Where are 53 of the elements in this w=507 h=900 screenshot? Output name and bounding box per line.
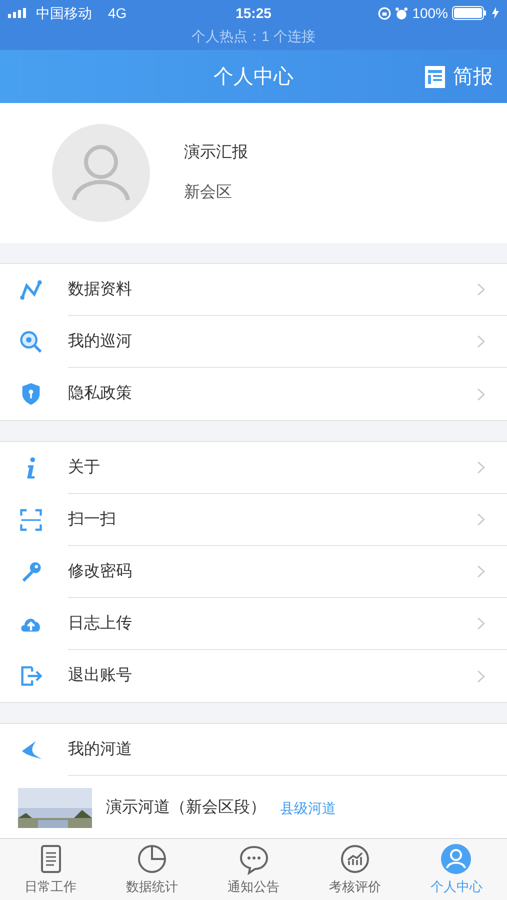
user-region: 新会区 — [184, 182, 233, 203]
user-name: 演示汇报 — [184, 142, 248, 163]
chevron-right-icon — [477, 513, 485, 526]
carrier-text: 中国移动 — [36, 4, 92, 22]
menu-item[interactable]: 数据资料 — [0, 264, 507, 316]
hotspot-text: 个人热点：1 个连接 — [192, 27, 316, 46]
tab[interactable]: 数据统计 — [101, 839, 203, 900]
chevron-right-icon — [477, 565, 485, 578]
battery-icon — [452, 6, 488, 20]
menu-item[interactable]: 日志上传 — [0, 598, 507, 650]
menu-label: 关于 — [68, 458, 101, 478]
river-name: 演示河道（新会区段） — [106, 798, 266, 818]
river-level: 县级河道 — [280, 798, 336, 818]
section-title: 我的河道 — [68, 740, 132, 760]
menu-label: 隐私政策 — [68, 384, 133, 404]
chevron-right-icon — [477, 283, 485, 296]
page-title: 个人中心 — [214, 64, 294, 90]
alarm-icon — [395, 6, 408, 20]
chevron-right-icon — [477, 670, 485, 682]
pie-chart-icon — [136, 842, 168, 875]
charging-icon — [492, 7, 500, 19]
chevron-right-icon — [477, 461, 485, 474]
menu-item[interactable]: 关于 — [0, 442, 507, 494]
scan-icon — [18, 507, 44, 533]
rotation-lock-icon — [378, 6, 392, 20]
menu-label: 日志上传 — [68, 614, 133, 634]
newspaper-icon — [425, 66, 445, 88]
tab[interactable]: 通知公告 — [202, 839, 304, 900]
chevron-right-icon — [477, 388, 485, 400]
menu-item[interactable]: 退出账号 — [0, 650, 507, 702]
menu-item[interactable]: 我的巡河 — [0, 316, 507, 368]
avatar-icon — [52, 124, 150, 222]
menu-item[interactable]: 隐私政策 — [0, 368, 507, 420]
tab[interactable]: 日常工作 — [0, 839, 102, 900]
menu-item[interactable]: 扫一扫 — [0, 494, 507, 546]
menu-label: 我的巡河 — [68, 332, 133, 352]
clock-text: 15:25 — [234, 4, 272, 22]
chevron-right-icon — [477, 617, 485, 630]
menu-item[interactable]: 修改密码 — [0, 546, 507, 598]
tab[interactable]: 考核评价 — [304, 839, 406, 900]
network-text: 4G — [108, 4, 127, 22]
river-item[interactable]: 演示河道（新会区段） 县级河道 — [0, 776, 507, 828]
menu-label: 修改密码 — [68, 562, 133, 582]
battery-text: 100% — [412, 4, 448, 22]
trend-chart-icon — [338, 842, 371, 875]
menu-label: 退出账号 — [68, 666, 133, 686]
menu-label: 扫一扫 — [68, 510, 117, 530]
info-icon — [26, 457, 36, 479]
signal-icon — [8, 8, 28, 18]
menu-label: 数据资料 — [68, 280, 133, 300]
user-icon — [440, 842, 472, 875]
magnifier-eye-icon — [18, 329, 44, 355]
chevron-right-icon — [477, 335, 485, 348]
